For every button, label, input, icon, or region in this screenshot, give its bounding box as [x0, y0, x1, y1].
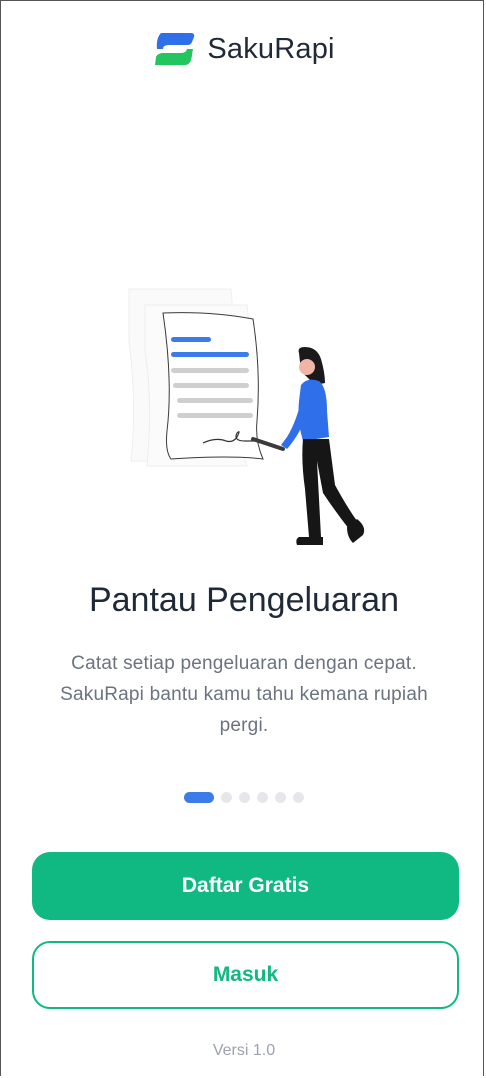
login-button[interactable]: Masuk: [32, 941, 459, 1009]
version-label: Versi 1.0: [212, 1042, 276, 1059]
app-name: SakuRapi: [207, 32, 335, 65]
woman-signing-document-illustration: [128, 288, 365, 545]
pagination-dot[interactable]: [293, 792, 304, 803]
pagination-dot[interactable]: [275, 792, 286, 803]
sakurapi-logo-icon: [155, 33, 195, 65]
brand-header: SakuRapi: [1, 31, 486, 67]
pagination-dot-active[interactable]: [184, 792, 214, 803]
pagination-dot[interactable]: [239, 792, 250, 803]
onboarding-title: Pantau Pengeluaran: [88, 581, 400, 619]
pagination-dot[interactable]: [257, 792, 268, 803]
pagination-dot[interactable]: [221, 792, 232, 803]
onboarding-description: Catat setiap pengeluaran dengan cepat. S…: [60, 653, 428, 736]
pagination-dots: [1, 792, 486, 803]
register-button[interactable]: Daftar Gratis: [32, 852, 459, 920]
app-screen: SakuRapi Pantau Pengeluaran Catat setiap…: [0, 0, 484, 1076]
